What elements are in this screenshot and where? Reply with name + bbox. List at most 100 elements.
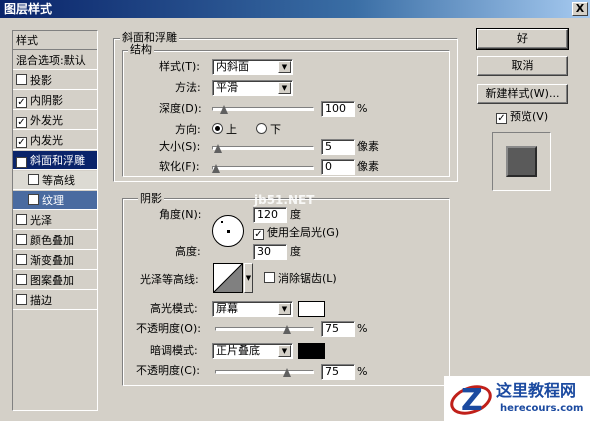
preview-thumbnail xyxy=(492,132,551,191)
preview-label: 预览(V) xyxy=(510,110,549,123)
title-bar: 图层样式 X xyxy=(0,0,590,18)
checkbox-checked-icon[interactable]: ✓ xyxy=(16,157,27,168)
style-list-item[interactable]: 混合选项:默认 xyxy=(13,51,97,70)
radio-selected-icon xyxy=(212,123,223,134)
watermark: jb51.NET xyxy=(254,193,315,207)
soften-input[interactable]: 0 xyxy=(321,159,355,175)
shadow-opacity-label: 不透明度(C): xyxy=(136,364,200,377)
highlight-opacity-slider[interactable] xyxy=(215,322,314,336)
checkbox-icon[interactable] xyxy=(16,254,27,265)
angle-dial[interactable] xyxy=(212,215,244,247)
highlight-mode-value: 屏幕 xyxy=(216,302,238,315)
checkbox-icon xyxy=(264,272,275,283)
direction-down-option[interactable]: 下 xyxy=(256,123,281,137)
angle-unit: 度 xyxy=(290,208,301,221)
chevron-down-icon: ▼ xyxy=(278,303,291,315)
slider-track xyxy=(212,166,314,170)
slider-thumb[interactable] xyxy=(212,164,220,173)
style-list-item[interactable]: 样式 xyxy=(13,31,97,50)
slider-track xyxy=(215,370,314,374)
slider-thumb[interactable] xyxy=(214,144,222,153)
structure-title: 结构 xyxy=(128,43,154,56)
chevron-down-icon[interactable]: ▼ xyxy=(244,263,253,293)
style-list-item[interactable]: 描边 xyxy=(13,291,97,310)
preview-checkbox[interactable]: ✓ 预览(V) xyxy=(496,110,548,124)
shadow-mode-value: 正片叠底 xyxy=(216,344,260,357)
style-list-item-label: 投影 xyxy=(30,74,52,87)
soften-unit: 像素 xyxy=(357,160,379,173)
style-list-item[interactable]: 颜色叠加 xyxy=(13,231,97,250)
slider-thumb[interactable] xyxy=(283,368,291,377)
direction-down-label: 下 xyxy=(270,123,281,136)
style-list-item[interactable]: ✓ 内阴影 xyxy=(13,91,97,110)
ok-button[interactable]: 好 xyxy=(476,28,569,50)
style-list-item-label: 等高线 xyxy=(42,174,75,187)
style-list-item[interactable]: 投影 xyxy=(13,71,97,90)
checkbox-icon[interactable] xyxy=(28,174,39,185)
shadow-mode-select[interactable]: 正片叠底 ▼ xyxy=(212,343,293,359)
cancel-button[interactable]: 取消 xyxy=(477,56,568,76)
logo-mark-icon: Z xyxy=(450,383,492,418)
style-list-item-label: 描边 xyxy=(30,294,52,307)
chevron-down-icon: ▼ xyxy=(278,82,291,94)
style-list-item-label: 图案叠加 xyxy=(30,274,74,287)
style-list-item[interactable]: ✓ 外发光 xyxy=(13,111,97,130)
soften-slider[interactable] xyxy=(212,161,314,175)
gloss-contour-preview[interactable] xyxy=(213,263,243,293)
anti-alias-label: 消除锯齿(L) xyxy=(278,272,337,285)
new-style-button[interactable]: 新建样式(W)... xyxy=(477,84,568,104)
checkbox-icon[interactable] xyxy=(16,234,27,245)
checkbox-icon[interactable] xyxy=(16,294,27,305)
style-list-item-label: 渐变叠加 xyxy=(30,254,74,267)
highlight-color-swatch[interactable] xyxy=(298,301,325,317)
depth-slider[interactable] xyxy=(212,102,314,116)
checkbox-checked-icon[interactable]: ✓ xyxy=(16,137,27,148)
shadow-mode-label: 暗调模式: xyxy=(150,344,198,357)
style-list-item[interactable]: 纹理 xyxy=(13,191,97,210)
contour-curve-icon xyxy=(213,263,243,293)
checkbox-icon[interactable] xyxy=(16,274,27,285)
shadow-opacity-slider[interactable] xyxy=(215,365,314,379)
direction-up-label: 上 xyxy=(226,123,237,136)
global-light-checkbox[interactable]: ✓ 使用全局光(G) xyxy=(253,226,339,240)
checkbox-icon[interactable] xyxy=(16,214,27,225)
shadow-color-swatch[interactable] xyxy=(298,343,325,359)
depth-unit: % xyxy=(357,102,368,115)
angle-input[interactable]: 120 xyxy=(253,207,287,223)
checkbox-icon[interactable] xyxy=(28,194,39,205)
shadow-opacity-input[interactable]: 75 xyxy=(321,364,355,380)
highlight-opacity-input[interactable]: 75 xyxy=(321,321,355,337)
style-list-item[interactable]: 渐变叠加 xyxy=(13,251,97,270)
checkbox-checked-icon[interactable]: ✓ xyxy=(16,117,27,128)
depth-label: 深度(D): xyxy=(159,102,202,115)
style-list-item[interactable]: ✓ 内发光 xyxy=(13,131,97,150)
direction-up-option[interactable]: 上 xyxy=(212,123,237,137)
style-label: 样式(T): xyxy=(159,60,201,73)
depth-input[interactable]: 100 xyxy=(321,101,355,117)
style-list-item[interactable]: ✓ 斜面和浮雕 xyxy=(13,151,97,170)
close-button[interactable]: X xyxy=(572,2,588,16)
checkbox-icon[interactable] xyxy=(16,74,27,85)
slider-track xyxy=(215,327,314,331)
style-list-item-label: 光泽 xyxy=(30,214,52,227)
size-slider[interactable] xyxy=(212,141,314,155)
highlight-mode-select[interactable]: 屏幕 ▼ xyxy=(212,301,293,317)
technique-select[interactable]: 平滑 ▼ xyxy=(212,80,293,96)
angle-dial-marker xyxy=(221,221,223,223)
style-list-item-label: 颜色叠加 xyxy=(30,234,74,247)
slider-thumb[interactable] xyxy=(220,105,228,114)
style-list-item-label: 内阴影 xyxy=(30,94,63,107)
logo-title: 这里教程网 xyxy=(496,381,577,400)
slider-thumb[interactable] xyxy=(283,325,291,334)
direction-label: 方向: xyxy=(175,123,201,136)
size-input[interactable]: 5 xyxy=(321,139,355,155)
anti-alias-checkbox[interactable]: 消除锯齿(L) xyxy=(264,272,337,286)
style-select[interactable]: 内斜面 ▼ xyxy=(212,59,293,75)
style-list-item[interactable]: 光泽 xyxy=(13,211,97,230)
style-list-item[interactable]: 等高线 xyxy=(13,171,97,190)
angle-label: 角度(N): xyxy=(159,208,202,221)
altitude-input[interactable]: 30 xyxy=(253,244,287,260)
checkbox-checked-icon[interactable]: ✓ xyxy=(16,97,27,108)
highlight-opacity-label: 不透明度(O): xyxy=(136,322,201,335)
style-list-item[interactable]: 图案叠加 xyxy=(13,271,97,290)
